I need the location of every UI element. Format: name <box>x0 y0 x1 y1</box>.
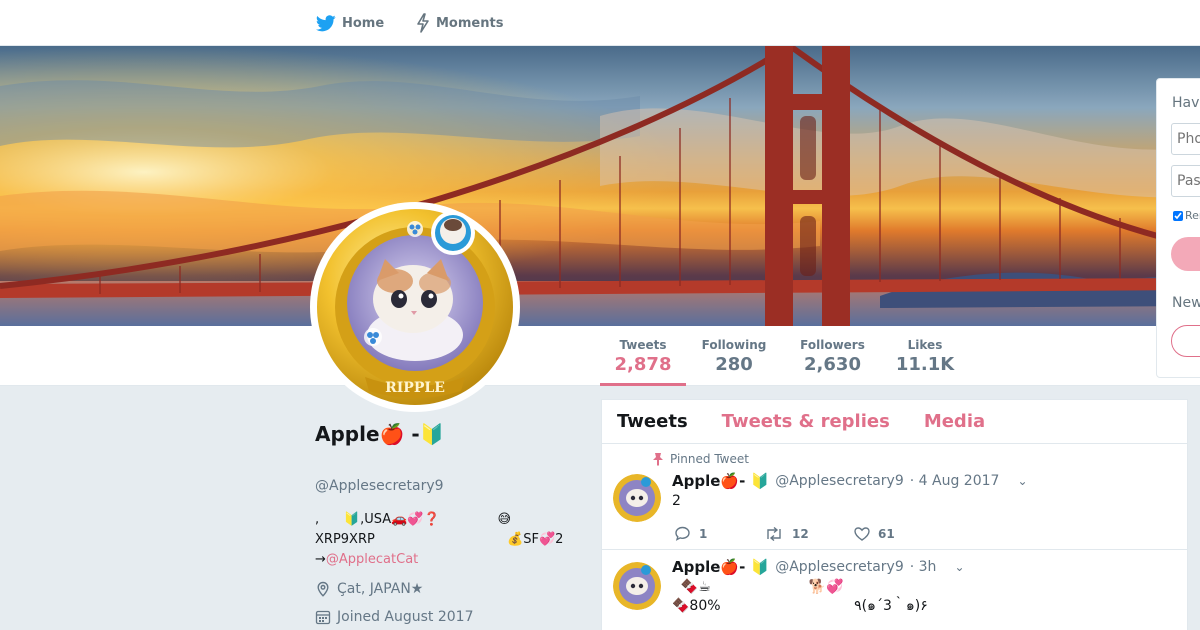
tweet-text-line-1: 🍫☕ 🐕💞 <box>672 579 844 595</box>
profile-stats-bar: Tweets 2,878 Following 280 Followers 2,6… <box>0 326 1200 386</box>
twitter-bird-icon <box>316 14 336 31</box>
profile-handle[interactable]: @Applesecretary9 <box>315 478 444 494</box>
heart-icon <box>854 526 870 541</box>
stat-likes[interactable]: Likes 11.1K <box>892 326 958 386</box>
golden-gate-bridge-image <box>0 46 1200 326</box>
tab-media[interactable]: Media <box>924 411 985 432</box>
reply-button[interactable]: 1 <box>674 526 764 541</box>
stat-tweets-label: Tweets <box>619 338 667 352</box>
tweet-avatar[interactable] <box>613 562 661 610</box>
stat-followers-label: Followers <box>800 338 865 352</box>
tweet-author-handle[interactable]: @Applesecretary9 <box>775 473 904 489</box>
signup-button[interactable] <box>1171 325 1200 357</box>
timeline-tabs: Tweets Tweets & replies Media <box>602 400 1187 444</box>
stat-followers-value: 2,630 <box>804 354 861 375</box>
avatar-cat-coin-icon <box>613 474 661 522</box>
lightning-icon <box>417 13 429 33</box>
bio-arrow: → <box>315 552 326 567</box>
profile-avatar[interactable]: RIPPLE <box>310 202 520 412</box>
stat-followers[interactable]: Followers 2,630 <box>795 326 870 386</box>
retweet-button[interactable]: 12 <box>764 526 854 541</box>
tweet-header: Apple🍎- 🔰 @Applesecretary9 · 4 Aug 2017 … <box>672 472 1028 490</box>
login-button[interactable] <box>1171 237 1200 271</box>
login-title: Have an account? <box>1172 95 1200 111</box>
tweet-timestamp[interactable]: · 4 Aug 2017 <box>910 473 1000 489</box>
timeline-panel: Tweets Tweets & replies Media Pinned Twe… <box>601 399 1188 630</box>
nav-moments-link[interactable]: Moments <box>416 0 503 46</box>
tweet-item[interactable]: Apple🍎- 🔰 @Applesecretary9 · 3h ⌄ 🍫☕ 🐕💞 … <box>602 550 1187 630</box>
top-navigation-bar: Home Moments <box>0 0 1200 46</box>
nav-home-link[interactable]: Home <box>316 0 384 46</box>
tab-tweets[interactable]: Tweets <box>617 411 688 432</box>
pinned-indicator: Pinned Tweet <box>652 452 749 466</box>
login-password-input[interactable] <box>1171 165 1200 197</box>
profile-header-banner <box>0 46 1200 326</box>
pinned-label: Pinned Tweet <box>670 452 749 466</box>
tweet-actions: 1 12 61 <box>674 526 944 541</box>
tweet-timestamp[interactable]: · 3h <box>910 559 937 575</box>
chevron-down-icon[interactable]: ⌄ <box>954 560 964 574</box>
stat-tweets-value: 2,878 <box>614 354 672 375</box>
tweet-text-line-2: 🍫80% ٩(๑´3｀๑)۶ <box>672 598 928 614</box>
stat-following[interactable]: Following 280 <box>696 326 772 386</box>
tweet-author-name[interactable]: Apple🍎- 🔰 <box>672 472 769 490</box>
chevron-down-icon[interactable]: ⌄ <box>1017 474 1027 488</box>
tab-tweets-and-replies[interactable]: Tweets & replies <box>722 411 890 432</box>
new-to-twitter-label: New to Twitter? <box>1172 295 1200 311</box>
login-card: Have an account? Remember me New to Twit… <box>1156 78 1200 378</box>
like-button[interactable]: 61 <box>854 526 944 541</box>
pin-icon <box>653 453 663 466</box>
profile-location: Çat, JAPAN★ <box>315 581 423 597</box>
bio-line-1: , 🔰,USA🚗💞❓ 😅 <box>315 512 512 527</box>
stat-following-value: 280 <box>715 354 753 375</box>
tweet-author-handle[interactable]: @Applesecretary9 <box>775 559 904 575</box>
tweet-item[interactable]: Pinned Tweet Apple🍎- 🔰 @Applesecretary9 … <box>602 444 1187 550</box>
nav-moments-label: Moments <box>436 15 504 31</box>
location-pin-icon <box>317 581 329 597</box>
login-phone-input[interactable] <box>1171 123 1200 155</box>
retweet-icon <box>767 526 781 541</box>
reply-icon <box>675 526 690 541</box>
tweet-author-name[interactable]: Apple🍎- 🔰 <box>672 558 769 576</box>
remember-me-checkbox[interactable]: Remember me <box>1173 209 1200 222</box>
bio-line-2: XRP9XRP 💰SF💞2 <box>315 532 564 547</box>
reply-count: 1 <box>699 526 708 541</box>
calendar-icon <box>315 610 331 625</box>
avatar-cat-coin-image: RIPPLE <box>317 209 513 405</box>
tweet-header: Apple🍎- 🔰 @Applesecretary9 · 3h ⌄ <box>672 558 965 576</box>
tweet-avatar[interactable] <box>613 474 661 522</box>
retweet-count: 12 <box>792 526 809 541</box>
location-text: Çat, JAPAN★ <box>337 581 424 597</box>
stat-likes-label: Likes <box>907 338 943 352</box>
stat-following-label: Following <box>701 338 767 352</box>
avatar-cat-coin-icon <box>613 562 661 610</box>
profile-joined-date: Joined August 2017 <box>315 609 473 625</box>
joined-text: Joined August 2017 <box>337 609 474 625</box>
stat-likes-value: 11.1K <box>895 354 955 375</box>
svg-text:RIPPLE: RIPPLE <box>385 380 445 396</box>
bio-mention-link[interactable]: @ApplecatCat <box>326 552 418 567</box>
nav-home-label: Home <box>342 15 385 31</box>
like-count: 61 <box>878 526 895 541</box>
profile-display-name[interactable]: Apple🍎 -🔰 <box>315 420 575 449</box>
profile-bio: , 🔰,USA🚗💞❓ 😅 XRP9XRP 💰SF💞2 →@ApplecatCat <box>315 510 600 570</box>
remember-me-label: Remember me <box>1185 209 1200 222</box>
stat-tweets[interactable]: Tweets 2,878 <box>600 326 686 386</box>
remember-me-check[interactable] <box>1173 210 1183 221</box>
tweet-text: 2 <box>672 493 681 509</box>
